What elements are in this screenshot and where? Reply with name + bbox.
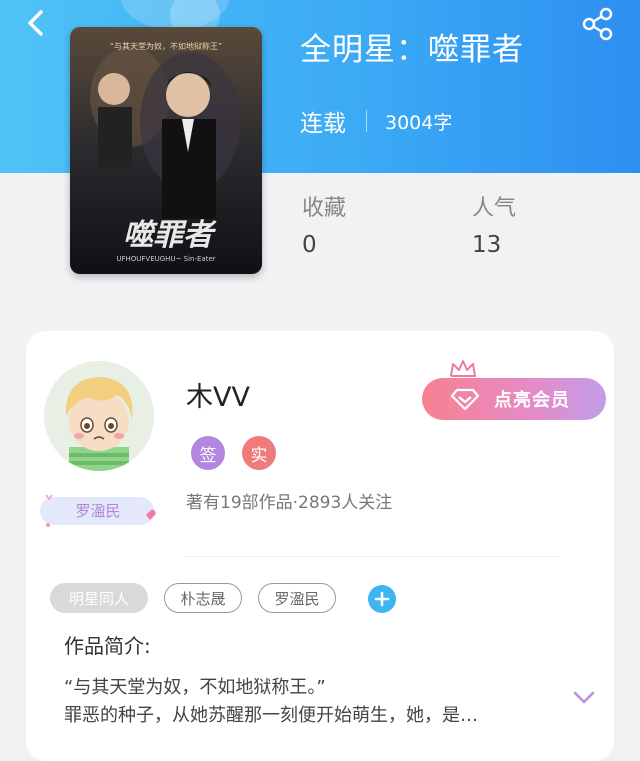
back-button[interactable]	[22, 8, 52, 38]
cover-title: 噬罪者	[123, 218, 217, 253]
popularity-label: 人气	[472, 196, 517, 221]
diamond-icon	[450, 388, 480, 411]
share-button[interactable]	[580, 6, 616, 42]
popularity-value: 13	[472, 232, 502, 258]
book-cover[interactable]: “与其天堂为奴，不如地狱称王” 噬罪者 UFHOUFVEUGHU~ Sin-Ea…	[70, 27, 262, 274]
cover-subtitle: UFHOUFVEUGHU~ Sin-Eater	[116, 255, 215, 263]
tag-chip-character-1[interactable]: 朴志晟	[164, 583, 242, 613]
synopsis-title: 作品简介:	[64, 634, 151, 658]
fan-badge-label: 罗溋民	[75, 502, 121, 520]
crown-icon	[450, 360, 476, 377]
book-cover-art: “与其天堂为奴，不如地狱称王” 噬罪者 UFHOUFVEUGHU~ Sin-Ea…	[70, 27, 262, 274]
tag-chip-category[interactable]: 明星同人	[50, 583, 148, 613]
status-divider	[366, 110, 367, 132]
book-title: 全明星：噬罪者	[300, 32, 524, 68]
author-avatar[interactable]	[44, 361, 154, 471]
vip-button-label: 点亮会员	[494, 390, 570, 411]
popularity-stat: 人气 13	[472, 190, 516, 258]
author-name[interactable]: 木VV	[186, 375, 250, 414]
book-status-row: 连载 3004字	[300, 104, 452, 138]
chevron-left-icon	[28, 10, 43, 36]
plus-icon	[374, 591, 390, 607]
word-count: 3004字	[385, 111, 453, 134]
favorites-value: 0	[302, 232, 317, 258]
add-tag-button[interactable]	[368, 585, 396, 613]
chevron-down-icon[interactable]	[572, 690, 596, 706]
fan-badge: 罗溋民	[36, 491, 160, 531]
serialization-status: 连载	[300, 111, 346, 137]
favorites-stat: 收藏 0	[302, 190, 346, 258]
synopsis-line-2: 罪恶的种子，从她苏醒那一刻便开始萌生，她，是…	[64, 705, 478, 726]
share-icon	[582, 7, 613, 41]
synopsis-line-1: “与其天堂为奴，不如地狱称王。”	[64, 677, 326, 698]
cover-tagline: “与其天堂为奴，不如地狱称王”	[110, 41, 222, 51]
favorites-label: 收藏	[302, 196, 347, 221]
avatar-illustration	[44, 361, 154, 471]
tag-chip-character-2[interactable]: 罗溋民	[258, 583, 336, 613]
vip-membership-button[interactable]: 点亮会员	[422, 378, 606, 420]
card-divider	[186, 556, 560, 557]
verified-author-badge: 实	[242, 436, 276, 470]
signed-author-badge: 签	[191, 436, 225, 470]
author-meta: 著有19部作品·2893人关注	[186, 493, 393, 513]
